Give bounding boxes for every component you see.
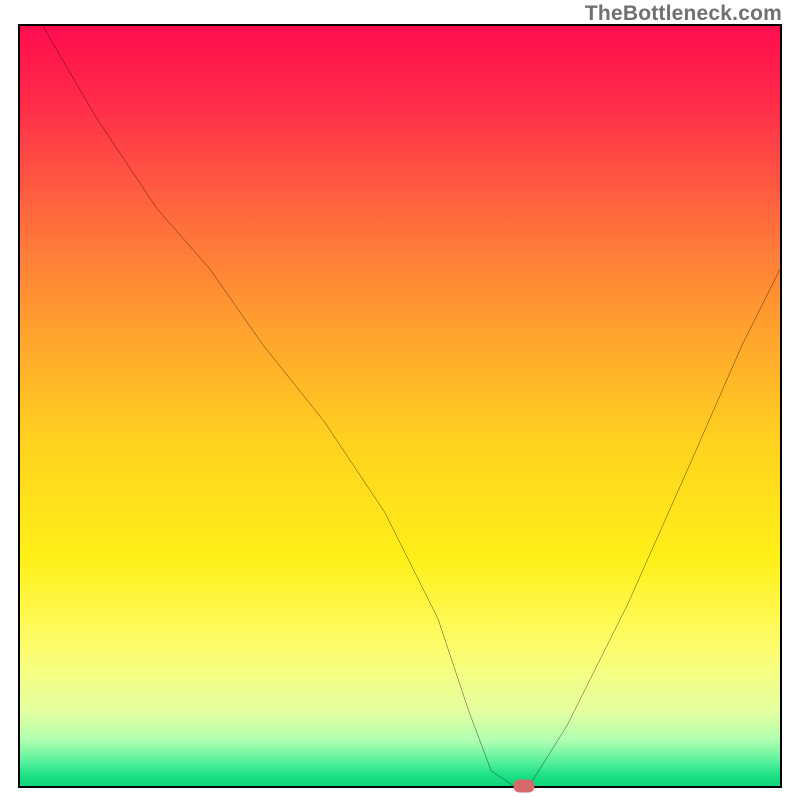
chart-frame: TheBottleneck.com (0, 0, 800, 800)
watermark-text: TheBottleneck.com (585, 2, 782, 26)
curve-layer (20, 26, 780, 786)
plot-area (18, 24, 782, 788)
optimal-marker (514, 780, 535, 793)
bottleneck-curve-path (43, 26, 780, 786)
